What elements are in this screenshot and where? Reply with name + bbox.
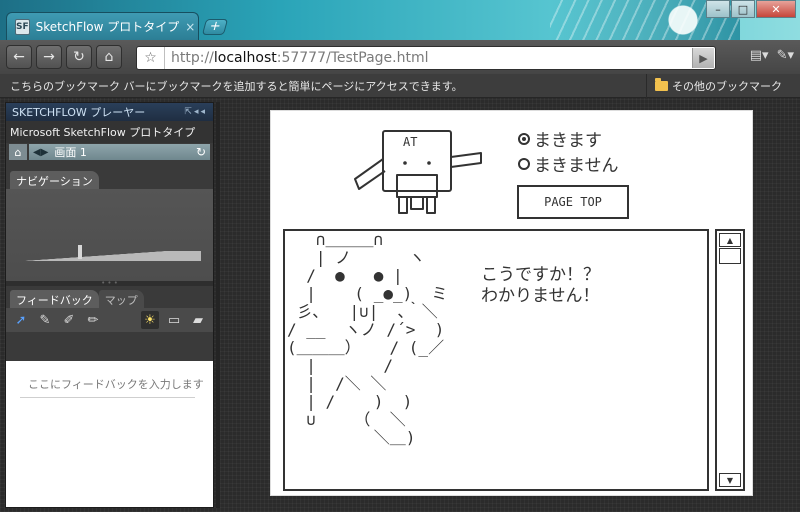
url-scheme: http:// xyxy=(171,50,214,66)
other-bookmarks-label: その他のブックマーク xyxy=(672,79,782,93)
home-icon: ⌂ xyxy=(14,145,22,159)
reload-button[interactable]: ↻ xyxy=(66,45,92,69)
bookmark-bar-message: こちらのブックマーク バーにブックマークを追加すると簡単にページにアクセスできま… xyxy=(10,79,463,93)
eraser-icon[interactable]: ✏ xyxy=(84,311,102,329)
scroll-up-icon[interactable]: ▲ xyxy=(719,233,741,247)
maximize-button[interactable]: □ xyxy=(731,0,755,18)
wrench-menu-icon[interactable]: ✎▾ xyxy=(777,48,794,63)
navigation-tabs: ナビゲーション xyxy=(6,171,213,189)
window-controls: – □ ✕ xyxy=(706,0,796,18)
feedback-toolbar: ➚ ✎ ✐ ✏ ☀ ▭ ▰ xyxy=(6,308,213,332)
feedback-placeholder: ここにフィードバックを入力します xyxy=(28,378,204,391)
page-top-button[interactable]: PAGE TOP xyxy=(517,185,629,219)
player-title: SKETCHFLOW プレーヤー xyxy=(12,106,146,119)
comment-icon[interactable]: ▭ xyxy=(165,311,183,329)
robot-label: AT xyxy=(403,135,418,149)
arrow-left-icon: ← xyxy=(13,49,25,65)
folder-icon[interactable]: ▰ xyxy=(189,311,207,329)
folder-icon xyxy=(655,77,668,91)
speech-line-1: こうですか！？ xyxy=(481,265,600,285)
navigation-area xyxy=(6,189,213,281)
tab-map[interactable]: マップ xyxy=(98,290,144,308)
sketch-content-box: ∩＿＿＿∩ | ノ ヽ / ● ● | | ( _●_) ミ 彡､ |∪| ､｀… xyxy=(283,229,709,491)
zoom-slider-thumb[interactable] xyxy=(78,245,82,259)
tab-feedback[interactable]: フィードバック xyxy=(10,290,99,308)
arrow-right-icon: → xyxy=(43,49,55,65)
speech-line-2: わかりません！ xyxy=(481,286,600,306)
url-host: localhost xyxy=(213,50,277,66)
sketchflow-favicon-icon: SF xyxy=(15,18,30,35)
speech-text: こうですか！？ わかりません！ xyxy=(481,265,600,307)
screen-selector[interactable]: ◀▶ 画面 1 ↻ xyxy=(29,144,210,160)
sketchflow-player-panel: SKETCHFLOW プレーヤー ⇱◂◂ Microsoft SketchFlo… xyxy=(5,102,214,508)
bookmark-star-icon[interactable]: ☆ xyxy=(137,47,165,69)
page-content: SKETCHFLOW プレーヤー ⇱◂◂ Microsoft SketchFlo… xyxy=(0,98,800,512)
feedback-divider xyxy=(20,397,195,398)
panel-splitter[interactable]: • • • xyxy=(6,280,213,287)
project-name: Microsoft SketchFlow プロトタイプ xyxy=(6,121,213,143)
page-menu-icon[interactable]: ▤▾ xyxy=(750,48,769,63)
tab-navigation[interactable]: ナビゲーション xyxy=(10,171,99,189)
tab-close-icon[interactable]: × xyxy=(185,20,195,34)
refresh-icon[interactable]: ↻ xyxy=(196,145,206,159)
tab-title: SketchFlow プロトタイプ xyxy=(35,20,180,34)
url-path: :57777/TestPage.html xyxy=(276,50,429,66)
player-header: SKETCHFLOW プレーヤー ⇱◂◂ xyxy=(6,103,213,121)
close-window-button[interactable]: ✕ xyxy=(756,0,796,18)
forward-button[interactable]: → xyxy=(36,45,62,69)
ascii-art-bear: ∩＿＿＿∩ | ノ ヽ / ● ● | | ( _●_) ミ 彡､ |∪| ､｀… xyxy=(287,230,448,447)
browser-tab-active[interactable]: SF SketchFlow プロトタイプ × xyxy=(6,12,199,40)
radio-label: まきます xyxy=(534,131,602,151)
other-bookmarks-button[interactable]: その他のブックマーク xyxy=(646,73,800,98)
feedback-tabs: フィードバック マップ xyxy=(6,290,213,308)
radio-makimasu[interactable]: まきます xyxy=(518,126,602,151)
window-titlebar: SF SketchFlow プロトタイプ × + – □ ✕ xyxy=(0,0,800,40)
reload-icon: ↻ xyxy=(73,49,85,65)
marker-icon[interactable]: ✐ xyxy=(60,311,78,329)
radio-label: まきません xyxy=(534,156,619,176)
pointer-icon[interactable]: ➚ xyxy=(12,311,30,329)
prev-screen-icon[interactable]: ◀▶ xyxy=(33,147,48,158)
current-screen-label: 画面 1 xyxy=(54,146,87,159)
back-button[interactable]: ← xyxy=(6,45,32,69)
bookmark-bar: こちらのブックマーク バーにブックマークを追加すると簡単にページにアクセスできま… xyxy=(0,73,800,98)
url-text[interactable]: http://localhost:57777/TestPage.html xyxy=(165,50,692,66)
feedback-input[interactable]: ここにフィードバックを入力します xyxy=(6,361,213,507)
new-tab-button[interactable]: + xyxy=(201,19,229,35)
radio-selected-icon xyxy=(518,132,530,145)
radio-unselected-icon xyxy=(518,157,530,170)
home-screen-button[interactable]: ⌂ xyxy=(9,144,27,160)
lightbulb-icon[interactable]: ☀ xyxy=(141,311,159,329)
scroll-thumb[interactable] xyxy=(719,248,741,264)
browser-menus: ▤▾ ✎▾ xyxy=(750,48,794,63)
zoom-slider-track[interactable] xyxy=(18,251,201,261)
home-icon: ⌂ xyxy=(104,49,114,65)
go-button[interactable]: ▶ xyxy=(692,48,714,68)
collapse-panel-icon[interactable]: ⇱◂◂ xyxy=(184,107,207,117)
sidebar-splitter[interactable] xyxy=(216,102,220,508)
radio-makimasen[interactable]: まきません xyxy=(518,151,619,176)
play-icon: ▶ xyxy=(699,51,708,65)
address-bar[interactable]: ☆ http://localhost:57777/TestPage.html ▶ xyxy=(136,46,716,70)
sketch-scrollbar[interactable]: ▲ ▼ xyxy=(715,229,745,491)
home-button[interactable]: ⌂ xyxy=(96,45,122,69)
minimize-button[interactable]: – xyxy=(706,0,730,18)
scroll-down-icon[interactable]: ▼ xyxy=(719,473,741,487)
robot-sketch xyxy=(354,130,482,214)
sketch-canvas: AT まきます まきません PAGE TOP ∩＿＿＿∩ | ノ ヽ / ● ●… xyxy=(270,110,753,496)
pen-icon[interactable]: ✎ xyxy=(36,311,54,329)
screen-navigator: ⌂ ◀▶ 画面 1 ↻ xyxy=(6,143,213,161)
